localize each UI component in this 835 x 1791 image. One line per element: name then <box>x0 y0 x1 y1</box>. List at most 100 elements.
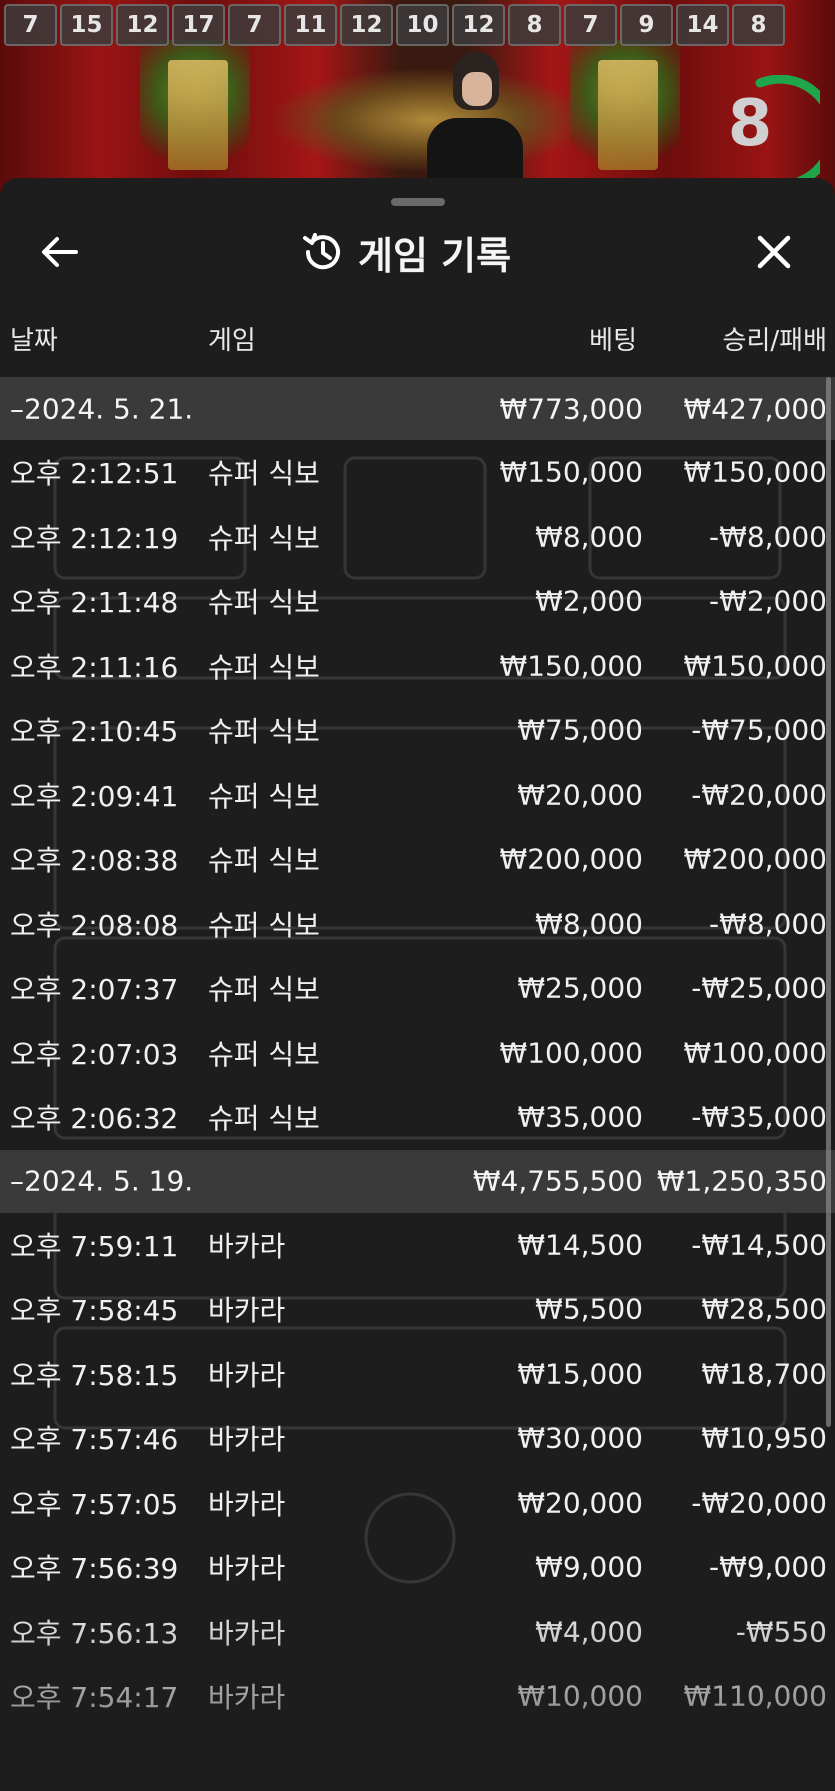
row-time: 오후 2:08:08 <box>10 908 179 942</box>
row-bet: ₩15,000 <box>517 1357 643 1391</box>
history-result-cell: 11 <box>284 4 337 46</box>
history-row[interactable]: 오후 2:12:19 슈퍼 식보 ₩8,000 -₩8,000 <box>0 505 835 570</box>
history-result-cell: 10 <box>396 4 449 46</box>
row-win-loss: -₩35,000 <box>691 1100 827 1134</box>
countdown-timer: 8 <box>700 74 835 195</box>
countdown-value: 8 <box>727 87 773 161</box>
group-win-loss-total: ₩427,000 <box>683 392 827 425</box>
close-button[interactable] <box>748 228 800 276</box>
history-result-cell: 12 <box>452 4 505 46</box>
column-header-date: 날짜 <box>10 326 58 356</box>
row-win-loss: ₩10,950 <box>701 1421 827 1455</box>
row-win-loss: -₩8,000 <box>709 907 827 941</box>
group-bet-total: ₩773,000 <box>499 392 643 425</box>
group-date: –2024. 5. 21. <box>10 392 194 425</box>
sheet-title-group: 게임 기록 <box>300 226 511 278</box>
column-header-win-loss: 승리/패배 <box>722 326 827 356</box>
history-row[interactable]: 오후 2:06:32 슈퍼 식보 ₩35,000 -₩35,000 <box>0 1085 835 1150</box>
row-time: 오후 2:12:19 <box>10 521 179 555</box>
history-result-cell: 12 <box>340 4 393 46</box>
arrow-left-icon <box>42 237 78 267</box>
row-bet: ₩20,000 <box>517 778 643 812</box>
close-icon <box>757 235 791 269</box>
row-game: 바카라 <box>208 1229 286 1263</box>
results-history-strip: 7 15 12 17 7 11 12 10 12 8 7 9 14 8 <box>4 4 785 46</box>
group-win-loss-total: ₩1,250,350 <box>656 1164 827 1198</box>
lamp-decoration <box>598 60 658 170</box>
row-game: 바카라 <box>208 1358 286 1392</box>
row-time: 오후 7:57:46 <box>10 1423 179 1457</box>
row-time: 오후 2:07:03 <box>10 1037 179 1071</box>
history-row[interactable]: 오후 2:11:16 슈퍼 식보 ₩150,000 ₩150,000 <box>0 634 835 699</box>
sheet-header: 게임 기록 <box>0 214 835 290</box>
history-list[interactable]: –2024. 5. 21. ₩773,000 ₩427,000 오후 2:12:51 슈… <box>0 377 835 1729</box>
row-game: 바카라 <box>208 1487 286 1521</box>
history-row[interactable]: 오후 2:07:03 슈퍼 식보 ₩100,000 ₩100,000 <box>0 1021 835 1086</box>
row-bet: ₩2,000 <box>535 584 643 618</box>
row-time: 오후 7:57:05 <box>10 1487 179 1521</box>
row-win-loss: ₩200,000 <box>683 842 827 876</box>
row-win-loss: -₩550 <box>735 1615 827 1649</box>
row-bet: ₩9,000 <box>535 1550 643 1584</box>
history-row[interactable]: 오후 2:07:37 슈퍼 식보 ₩25,000 -₩25,000 <box>0 956 835 1021</box>
row-win-loss: ₩18,700 <box>701 1357 827 1391</box>
row-time: 오후 7:56:13 <box>10 1616 179 1650</box>
row-time: 오후 7:59:11 <box>10 1229 179 1263</box>
date-group-row[interactable]: –2024. 5. 19. ₩4,755,500 ₩1,250,350 <box>0 1149 835 1213</box>
row-game: 바카라 <box>208 1616 286 1650</box>
row-game: 슈퍼 식보 <box>208 844 320 878</box>
game-history-sheet: 게임 기록 날짜 게임 베팅 승리/패배 –2024. 5. 21. ₩773,0… <box>0 178 835 1791</box>
row-win-loss: ₩110,000 <box>683 1679 827 1713</box>
row-win-loss: ₩150,000 <box>683 649 827 683</box>
column-header-game: 게임 <box>208 326 256 356</box>
row-bet: ₩30,000 <box>517 1421 643 1455</box>
row-win-loss: ₩28,500 <box>701 1292 827 1326</box>
history-result-cell: 8 <box>732 4 785 46</box>
group-date: –2024. 5. 19. <box>10 1164 194 1198</box>
row-bet: ₩100,000 <box>499 1036 643 1070</box>
row-bet: ₩200,000 <box>499 842 643 876</box>
history-row[interactable]: 오후 7:54:17 바카라 ₩10,000 ₩110,000 <box>0 1664 835 1729</box>
row-time: 오후 7:56:39 <box>10 1552 179 1586</box>
row-bet: ₩8,000 <box>535 907 643 941</box>
history-row[interactable]: 오후 2:08:38 슈퍼 식보 ₩200,000 ₩200,000 <box>0 827 835 892</box>
history-row[interactable]: 오후 2:08:08 슈퍼 식보 ₩8,000 -₩8,000 <box>0 892 835 957</box>
row-game: 슈퍼 식보 <box>208 1102 320 1136</box>
history-row[interactable]: 오후 7:58:45 바카라 ₩5,500 ₩28,500 <box>0 1277 835 1342</box>
history-row[interactable]: 오후 2:11:48 슈퍼 식보 ₩2,000 -₩2,000 <box>0 569 835 634</box>
row-time: 오후 7:58:45 <box>10 1294 179 1328</box>
history-row[interactable]: 오후 2:09:41 슈퍼 식보 ₩20,000 -₩20,000 <box>0 763 835 828</box>
history-result-cell: 8 <box>508 4 561 46</box>
history-result-cell: 14 <box>676 4 729 46</box>
scrollbar[interactable] <box>826 377 831 1427</box>
history-row[interactable]: 오후 7:56:39 바카라 ₩9,000 -₩9,000 <box>0 1535 835 1600</box>
history-result-cell: 7 <box>4 4 57 46</box>
history-row[interactable]: 오후 2:10:45 슈퍼 식보 ₩75,000 -₩75,000 <box>0 698 835 763</box>
history-row[interactable]: 오후 7:58:15 바카라 ₩15,000 ₩18,700 <box>0 1342 835 1407</box>
history-row[interactable]: 오후 7:57:46 바카라 ₩30,000 ₩10,950 <box>0 1406 835 1471</box>
back-button[interactable] <box>34 228 86 276</box>
history-row[interactable]: 오후 7:57:05 바카라 ₩20,000 -₩20,000 <box>0 1471 835 1536</box>
row-bet: ₩5,500 <box>535 1292 643 1326</box>
row-game: 바카라 <box>208 1423 286 1457</box>
sheet-title: 게임 기록 <box>358 233 512 278</box>
row-bet: ₩4,000 <box>535 1615 643 1649</box>
row-bet: ₩10,000 <box>517 1679 643 1713</box>
history-result-cell: 12 <box>116 4 169 46</box>
row-time: 오후 2:08:38 <box>10 844 179 878</box>
row-win-loss: -₩8,000 <box>709 520 827 554</box>
history-row[interactable]: 오후 2:12:51 슈퍼 식보 ₩150,000 ₩150,000 <box>0 440 835 505</box>
row-bet: ₩14,500 <box>517 1228 643 1262</box>
row-game: 바카라 <box>208 1552 286 1586</box>
lamp-decoration <box>168 60 228 170</box>
history-row[interactable]: 오후 7:56:13 바카라 ₩4,000 -₩550 <box>0 1600 835 1665</box>
date-group-row[interactable]: –2024. 5. 21. ₩773,000 ₩427,000 <box>0 377 835 440</box>
row-win-loss: -₩75,000 <box>691 713 827 747</box>
row-game: 슈퍼 식보 <box>208 908 320 942</box>
sheet-drag-handle[interactable] <box>391 198 445 206</box>
row-bet: ₩25,000 <box>517 971 643 1005</box>
row-win-loss: -₩20,000 <box>691 1486 827 1520</box>
history-row[interactable]: 오후 7:59:11 바카라 ₩14,500 -₩14,500 <box>0 1213 835 1278</box>
dealer-figure <box>425 52 525 198</box>
row-win-loss: -₩2,000 <box>709 584 827 618</box>
